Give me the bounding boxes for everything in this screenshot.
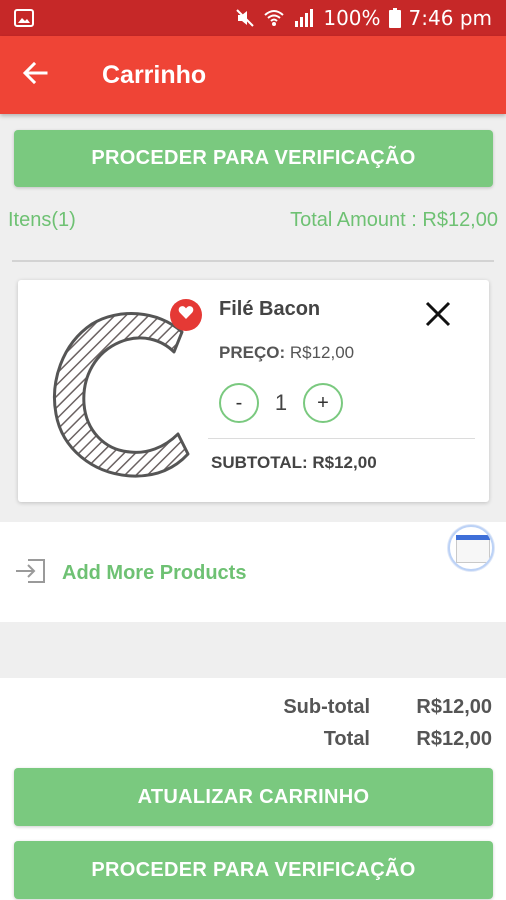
status-bar: 100% 7:46 pm	[0, 0, 506, 36]
page-title: Carrinho	[102, 60, 207, 89]
total-value: R$12,00	[416, 728, 492, 750]
total-label: Total	[323, 728, 370, 750]
app-bar: Carrinho	[0, 36, 506, 114]
mute-icon	[235, 8, 255, 28]
wifi-icon	[263, 8, 285, 28]
battery-percent: 100%	[323, 6, 381, 30]
floating-preview-bubble[interactable]	[448, 525, 494, 571]
update-cart-button[interactable]: ATUALIZAR CARRINHO	[14, 768, 493, 826]
subtotal-value: R$12,00	[312, 453, 377, 472]
total-row: Total R$12,00	[210, 728, 492, 751]
add-more-products-link[interactable]: Add More Products	[14, 558, 246, 589]
card-divider	[208, 438, 475, 439]
favorite-button[interactable]	[170, 299, 202, 331]
quantity-value: 1	[274, 390, 288, 415]
subtotal-label: Sub-total	[283, 696, 370, 718]
add-more-label: Add More Products	[62, 562, 247, 584]
battery-icon	[388, 8, 401, 28]
product-image	[53, 312, 190, 478]
heart-icon	[178, 305, 194, 325]
decrement-button[interactable]: -	[219, 383, 259, 423]
add-more-section: Add More Products	[0, 522, 506, 622]
items-count: Itens(1)	[8, 208, 76, 231]
cart-item-card: Filé Bacon PREÇO: R$12,00 - 1 + SUBTOTAL…	[18, 280, 489, 502]
subtotal-label: SUBTOTAL:	[211, 453, 308, 472]
total-amount: Total Amount : R$12,00	[290, 208, 498, 231]
quantity-stepper: - 1 +	[219, 383, 343, 423]
divider	[12, 260, 494, 262]
preview-titlebar	[456, 535, 490, 540]
product-name: Filé Bacon	[219, 298, 321, 320]
price-label: PREÇO:	[219, 343, 286, 362]
enter-icon	[14, 558, 48, 589]
cart-summary-row: Itens(1) Total Amount : R$12,00	[8, 205, 498, 235]
subtotal-row: Sub-total R$12,00	[210, 696, 492, 719]
product-price: PREÇO: R$12,00	[219, 343, 354, 363]
remove-item-button[interactable]	[420, 298, 456, 334]
checkout-button-bottom[interactable]: PROCEDER PARA VERIFICAÇÃO	[14, 841, 493, 899]
subtotal-value: R$12,00	[416, 696, 492, 718]
signal-icon	[293, 8, 315, 28]
increment-button[interactable]: +	[303, 383, 343, 423]
close-icon	[424, 300, 452, 333]
item-subtotal: SUBTOTAL: R$12,00	[211, 453, 377, 473]
price-value: R$12,00	[289, 343, 355, 362]
image-icon	[14, 9, 34, 27]
back-button[interactable]	[0, 36, 70, 114]
clock: 7:46 pm	[408, 6, 492, 30]
checkout-button-top[interactable]: PROCEDER PARA VERIFICAÇÃO	[14, 130, 493, 187]
arrow-left-icon	[22, 60, 48, 91]
